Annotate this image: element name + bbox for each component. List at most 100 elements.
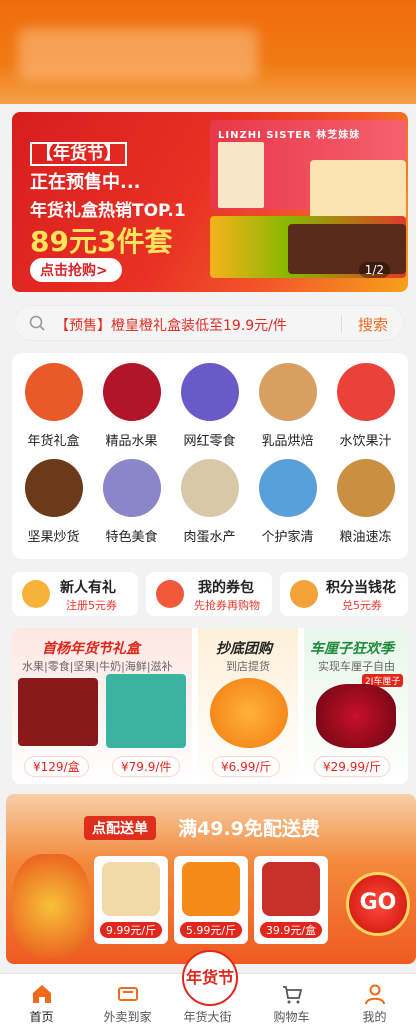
blurred-header-content bbox=[18, 28, 258, 80]
delivery-product-card[interactable]: 39.9元/盒 bbox=[254, 856, 328, 944]
delivery-product-card[interactable]: 9.99元/斤 bbox=[94, 856, 168, 944]
tab-cart[interactable]: 购物车 bbox=[250, 974, 333, 1031]
pear-image bbox=[102, 862, 160, 916]
category-item[interactable]: 个护家清 bbox=[248, 459, 327, 545]
category-image bbox=[336, 363, 395, 421]
category-label: 坚果炒货 bbox=[27, 530, 80, 545]
category-label: 特色美食 bbox=[105, 530, 158, 545]
gift-box-image bbox=[310, 160, 406, 220]
delivery-product-card[interactable]: 5.99元/斤 bbox=[174, 856, 248, 944]
delivery-banner[interactable]: 点配送单 满49.9免配送费 9.99元/斤 5.99元/斤 39.9元/盒 G… bbox=[6, 794, 416, 964]
banner-tag: 【年货节】 bbox=[30, 142, 127, 166]
category-image bbox=[102, 363, 161, 421]
tab-delivery[interactable]: 外卖到家 bbox=[86, 974, 169, 1031]
category-label: 个护家清 bbox=[261, 530, 314, 545]
category-image bbox=[336, 459, 395, 517]
search-button[interactable]: 搜索 bbox=[358, 314, 388, 335]
points-icon bbox=[290, 580, 318, 608]
deal-price: ¥79.9/件 bbox=[112, 756, 181, 777]
category-image bbox=[258, 459, 317, 517]
search-input[interactable]: 【预售】橙皇橙礼盒装低至19.9元/件 bbox=[55, 315, 287, 335]
bottom-tab-bar: 首页 外卖到家 年货大街 年货节 购物车 我的 bbox=[0, 950, 416, 1031]
tab-label: 年货大街 bbox=[183, 1010, 232, 1024]
deal-title: 抄底团购 bbox=[216, 641, 272, 657]
category-image bbox=[102, 459, 161, 517]
category-label: 肉蛋水产 bbox=[183, 530, 236, 545]
category-image bbox=[180, 459, 239, 517]
product-price: 39.9元/盒 bbox=[260, 922, 322, 938]
gift-box-image bbox=[262, 862, 320, 916]
new-year-festival-icon[interactable]: 年货节 bbox=[182, 950, 238, 1006]
category-item[interactable]: 特色美食 bbox=[92, 459, 171, 545]
category-item[interactable]: 网红零食 bbox=[170, 363, 249, 449]
gift-box-image bbox=[106, 674, 186, 748]
category-item[interactable]: 精品水果 bbox=[92, 363, 171, 449]
category-image bbox=[180, 363, 239, 421]
gift-box-image bbox=[218, 142, 264, 208]
gift-box-image bbox=[18, 678, 98, 746]
product-price: 5.99元/斤 bbox=[180, 922, 242, 938]
tab-profile[interactable]: 我的 bbox=[333, 974, 416, 1031]
gift-box-brand: LINZHI SISTER 林芝妹妹 bbox=[218, 130, 361, 141]
search-bar[interactable]: 【预售】橙皇橙礼盒装低至19.9元/件 搜索 bbox=[14, 305, 404, 341]
deals-section: 首杨年货节礼盒 水果|零食|坚果|牛奶|海鲜|滋补 ¥129/盒 ¥79.9/件… bbox=[12, 628, 408, 784]
promo-subtitle: 注册5元券 bbox=[66, 599, 117, 612]
delivery-title: 满49.9免配送费 bbox=[178, 818, 320, 840]
category-label: 粮油速冻 bbox=[339, 530, 392, 545]
deal-cherries[interactable]: 车厘子狂欢季 实现车厘子自由 2J车厘子 ¥29.99/斤 bbox=[304, 628, 408, 784]
category-label: 水饮果汁 bbox=[339, 434, 392, 449]
banner-page-indicator: 1/2 bbox=[358, 262, 390, 278]
promo-coupon-pack[interactable]: 我的券包 先抢券再购物 bbox=[146, 572, 272, 616]
tab-label: 我的 bbox=[362, 1010, 387, 1024]
banner-headline: 年货礼盒热销TOP.1 bbox=[30, 201, 186, 221]
deal-title: 车厘子狂欢季 bbox=[310, 641, 394, 657]
promo-new-user[interactable]: 新人有礼 注册5元券 bbox=[12, 572, 138, 616]
banner-status: 正在预售中... bbox=[30, 172, 141, 193]
home-icon bbox=[33, 985, 51, 1003]
cherry-image bbox=[316, 684, 396, 748]
orange-image bbox=[182, 862, 240, 916]
top-header bbox=[0, 0, 416, 104]
category-image bbox=[258, 363, 317, 421]
delivery-icon bbox=[118, 987, 138, 1001]
promo-title: 新人有礼 bbox=[60, 580, 116, 596]
promo-banner[interactable]: 【年货节】 正在预售中... 年货礼盒热销TOP.1 89元3件套 点击抢购> … bbox=[12, 112, 408, 292]
category-label: 年货礼盒 bbox=[27, 434, 80, 449]
search-icon bbox=[29, 315, 45, 331]
search-divider bbox=[341, 315, 342, 333]
coupon-icon bbox=[156, 580, 184, 608]
category-item[interactable]: 肉蛋水产 bbox=[170, 459, 249, 545]
category-item[interactable]: 坚果炒货 bbox=[14, 459, 93, 545]
deal-title: 首杨年货节礼盒 bbox=[42, 641, 140, 657]
promo-title: 积分当钱花 bbox=[326, 580, 396, 596]
deal-subtitle: 到店提货 bbox=[226, 660, 270, 673]
category-item[interactable]: 乳品烘焙 bbox=[248, 363, 327, 449]
category-item[interactable]: 水饮果汁 bbox=[326, 363, 405, 449]
deal-gift-boxes[interactable]: 首杨年货节礼盒 水果|零食|坚果|牛奶|海鲜|滋补 ¥129/盒 ¥79.9/件 bbox=[12, 628, 192, 784]
category-item[interactable]: 粮油速冻 bbox=[326, 459, 405, 545]
tab-label: 购物车 bbox=[273, 1010, 310, 1024]
go-button[interactable]: GO bbox=[346, 872, 410, 936]
category-image bbox=[24, 363, 83, 421]
tab-label: 首页 bbox=[29, 1010, 54, 1024]
deal-group-buy[interactable]: 抄底团购 到店提货 ¥6.99/斤 bbox=[198, 628, 298, 784]
delivery-mascot-image bbox=[12, 854, 90, 958]
category-grid: 年货礼盒 精品水果 网红零食 乳品烘焙 水饮果汁 坚果炒货 特色美食 肉蛋水产 … bbox=[12, 353, 408, 559]
tab-label: 外卖到家 bbox=[103, 1010, 152, 1024]
promo-points[interactable]: 积分当钱花 兑5元券 bbox=[280, 572, 408, 616]
category-item[interactable]: 年货礼盒 bbox=[14, 363, 93, 449]
banner-price: 89元3件套 bbox=[30, 225, 173, 258]
category-label: 网红零食 bbox=[183, 434, 236, 449]
deal-subtitle: 水果|零食|坚果|牛奶|海鲜|滋补 bbox=[22, 660, 173, 673]
orange-image bbox=[210, 678, 288, 748]
deal-price: ¥129/盒 bbox=[24, 756, 89, 777]
deal-price: ¥29.99/斤 bbox=[314, 756, 391, 777]
user-icon bbox=[365, 984, 385, 1005]
delivery-tag: 点配送单 bbox=[84, 816, 156, 840]
deal-price: ¥6.99/斤 bbox=[212, 756, 281, 777]
category-image bbox=[24, 459, 83, 517]
cart-icon bbox=[283, 986, 303, 1004]
tab-home[interactable]: 首页 bbox=[0, 974, 83, 1031]
product-price: 9.99元/斤 bbox=[100, 922, 162, 938]
banner-buy-button[interactable]: 点击抢购> bbox=[30, 258, 122, 282]
